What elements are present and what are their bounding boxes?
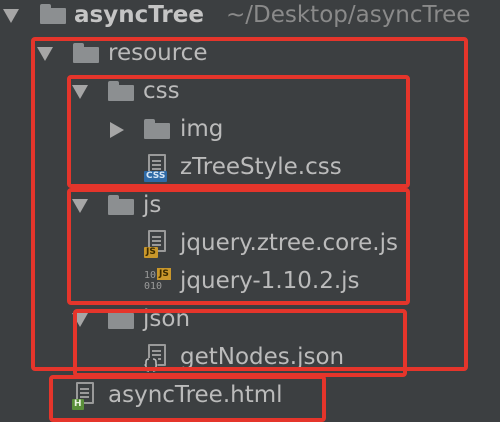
- tree-row-ztree-js[interactable]: JS jquery.ztree.core.js: [0, 228, 500, 266]
- folder-label-json: json: [143, 306, 191, 332]
- folder-label-resource: resource: [108, 40, 208, 66]
- collapse-arrow-icon[interactable]: [72, 313, 88, 327]
- tree-row-jquery-js[interactable]: 10 010 JS jquery-1.10.2.js: [0, 266, 500, 304]
- folder-icon: [108, 195, 134, 215]
- html-file-icon: H: [72, 382, 98, 410]
- tree-row-asynctree-html[interactable]: H asyncTree.html: [0, 380, 500, 418]
- file-label-ztree-js: jquery.ztree.core.js: [180, 230, 398, 256]
- file-label-ztree-css: zTreeStyle.css: [180, 154, 342, 180]
- folder-label-img: img: [180, 116, 224, 142]
- tree-row-resource[interactable]: resource: [0, 38, 500, 76]
- css-file-icon: CSS: [144, 154, 170, 182]
- tree-row-json[interactable]: json: [0, 304, 500, 342]
- folder-icon: [40, 4, 66, 24]
- file-label-getnodes-json: getNodes.json: [180, 344, 345, 370]
- braces-icon: [144, 358, 158, 372]
- collapse-arrow-icon[interactable]: [37, 47, 53, 61]
- file-label-jquery-js: jquery-1.10.2.js: [180, 268, 360, 294]
- js-file-icon: JS: [144, 230, 170, 258]
- expand-arrow-icon[interactable]: [110, 122, 124, 138]
- tree-row-js[interactable]: js: [0, 190, 500, 228]
- tree-row-ztree-css[interactable]: CSS zTreeStyle.css: [0, 152, 500, 190]
- folder-label-css: css: [143, 78, 180, 104]
- tree-row-getnodes-json[interactable]: getNodes.json: [0, 342, 500, 380]
- tree-row-project[interactable]: asyncTree ~/Desktop/asyncTree: [0, 0, 500, 38]
- folder-icon: [108, 81, 134, 101]
- tree-row-css[interactable]: css: [0, 76, 500, 114]
- file-label-asynctree-html: asyncTree.html: [108, 382, 283, 408]
- tree-row-img[interactable]: img: [0, 114, 500, 152]
- project-name: asyncTree: [74, 2, 204, 28]
- folder-icon: [144, 119, 170, 139]
- collapse-arrow-icon[interactable]: [72, 85, 88, 99]
- folder-label-js: js: [143, 192, 162, 218]
- folder-icon: [73, 43, 99, 63]
- folder-icon: [108, 309, 134, 329]
- json-file-icon: [144, 344, 170, 372]
- project-path: ~/Desktop/asyncTree: [226, 2, 471, 28]
- minified-js-file-icon: 10 010 JS: [144, 268, 171, 292]
- collapse-arrow-icon[interactable]: [72, 199, 88, 213]
- collapse-arrow-icon[interactable]: [3, 9, 19, 23]
